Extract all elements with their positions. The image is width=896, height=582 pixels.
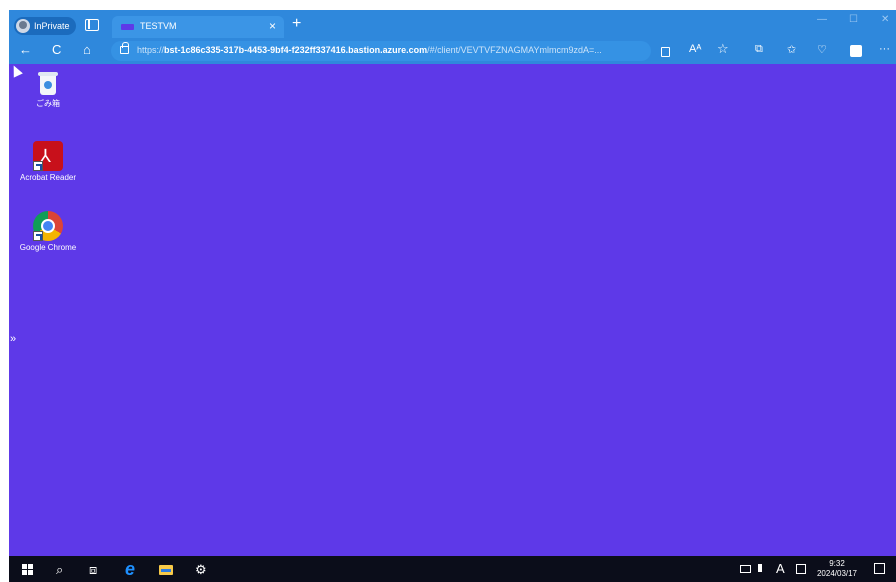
screen: InPrivate TESTVM × + — ☐ ✕ ← C ⌂ https:/…: [0, 0, 896, 582]
shortcut-arrow-icon: [33, 161, 43, 171]
acrobat-reader-icon: ⅄: [33, 141, 63, 171]
task-view-button[interactable]: ⧈: [89, 562, 97, 578]
tab-title: TESTVM: [140, 21, 177, 31]
taskbar: ⌕ ⧈ e ⚙ A 9:32 2024/03/17: [9, 556, 896, 582]
lock-icon[interactable]: [120, 42, 129, 54]
profile-avatar-icon: [16, 19, 30, 33]
ime-indicator[interactable]: A: [776, 561, 785, 576]
volume-muted-icon[interactable]: [758, 564, 766, 572]
remote-desktop[interactable]: ごみ箱 ⅄ Acrobat Reader Google Chrome »: [9, 63, 896, 556]
maximize-button[interactable]: ☐: [849, 14, 858, 25]
tab-testvm[interactable]: TESTVM ×: [112, 16, 284, 38]
back-button[interactable]: ←: [19, 42, 32, 57]
url-scheme: https://: [137, 45, 165, 55]
desktop-icon-acrobat-reader[interactable]: ⅄ Acrobat Reader: [9, 141, 87, 182]
url-host: bst-1c86c335-317b-4453-9bf4-f232ff337416…: [164, 45, 428, 55]
desktop-icon-label: ごみ箱: [36, 99, 60, 108]
taskbar-clock[interactable]: 9:32 2024/03/17: [813, 559, 861, 579]
browser-essentials-icon[interactable]: ♡: [817, 43, 827, 56]
tab-strip: InPrivate TESTVM × + — ☐ ✕: [9, 10, 896, 38]
tab-favicon-icon: [121, 24, 134, 30]
desktop-icon-label: Acrobat Reader: [19, 173, 77, 182]
read-aloud-button[interactable]: Aᴬ: [689, 43, 701, 55]
start-button[interactable]: [22, 564, 33, 575]
internet-explorer-icon[interactable]: e: [125, 559, 135, 580]
home-button[interactable]: ⌂: [83, 42, 91, 57]
navigation-bar: ← C ⌂ https://bst-1c86c335-317b-4453-9bf…: [9, 38, 896, 64]
settings-gear-icon[interactable]: ⚙: [195, 562, 207, 578]
google-chrome-icon: [33, 211, 63, 241]
window-close-button[interactable]: ✕: [881, 14, 889, 25]
collections-clip-icon[interactable]: [661, 47, 670, 57]
settings-more-button[interactable]: ···: [879, 43, 890, 55]
desktop-icon-recycle-bin[interactable]: ごみ箱: [9, 72, 87, 109]
inprivate-profile-button[interactable]: InPrivate: [14, 17, 76, 35]
url-path: /#/client/VEVTVFZNAGMAYmlmcm9zdA=...: [427, 45, 602, 55]
desktop-icon-google-chrome[interactable]: Google Chrome: [9, 211, 87, 252]
tab-actions-icon[interactable]: [85, 19, 99, 31]
address-bar[interactable]: https://bst-1c86c335-317b-4453-9bf4-f232…: [111, 41, 651, 61]
browser-window: InPrivate TESTVM × + — ☐ ✕ ← C ⌂ https:/…: [9, 10, 896, 582]
edge-copilot-icon[interactable]: [850, 45, 862, 57]
clock-time: 9:32: [829, 559, 845, 568]
search-button[interactable]: ⌕: [56, 562, 63, 578]
ime-mode-icon[interactable]: [796, 564, 806, 574]
bastion-side-panel-toggle[interactable]: »: [10, 333, 16, 345]
network-icon[interactable]: [740, 565, 751, 573]
notification-center-icon[interactable]: [874, 563, 885, 574]
desktop-icon-label: Google Chrome: [19, 243, 77, 252]
tab-close-button[interactable]: ×: [269, 19, 276, 33]
clock-date: 2024/03/17: [816, 569, 858, 578]
address-url: https://bst-1c86c335-317b-4453-9bf4-f232…: [137, 45, 602, 55]
shortcut-arrow-icon: [33, 231, 43, 241]
minimize-button[interactable]: —: [817, 14, 827, 25]
favorites-icon[interactable]: ✩: [787, 43, 796, 56]
inprivate-label: InPrivate: [34, 21, 70, 31]
file-explorer-icon[interactable]: [159, 565, 173, 575]
recycle-bin-icon: [37, 72, 59, 96]
favorite-star-icon[interactable]: ☆: [717, 41, 729, 57]
new-tab-button[interactable]: +: [292, 15, 301, 33]
split-screen-icon[interactable]: ⧉: [755, 43, 763, 56]
refresh-button[interactable]: C: [52, 42, 61, 57]
